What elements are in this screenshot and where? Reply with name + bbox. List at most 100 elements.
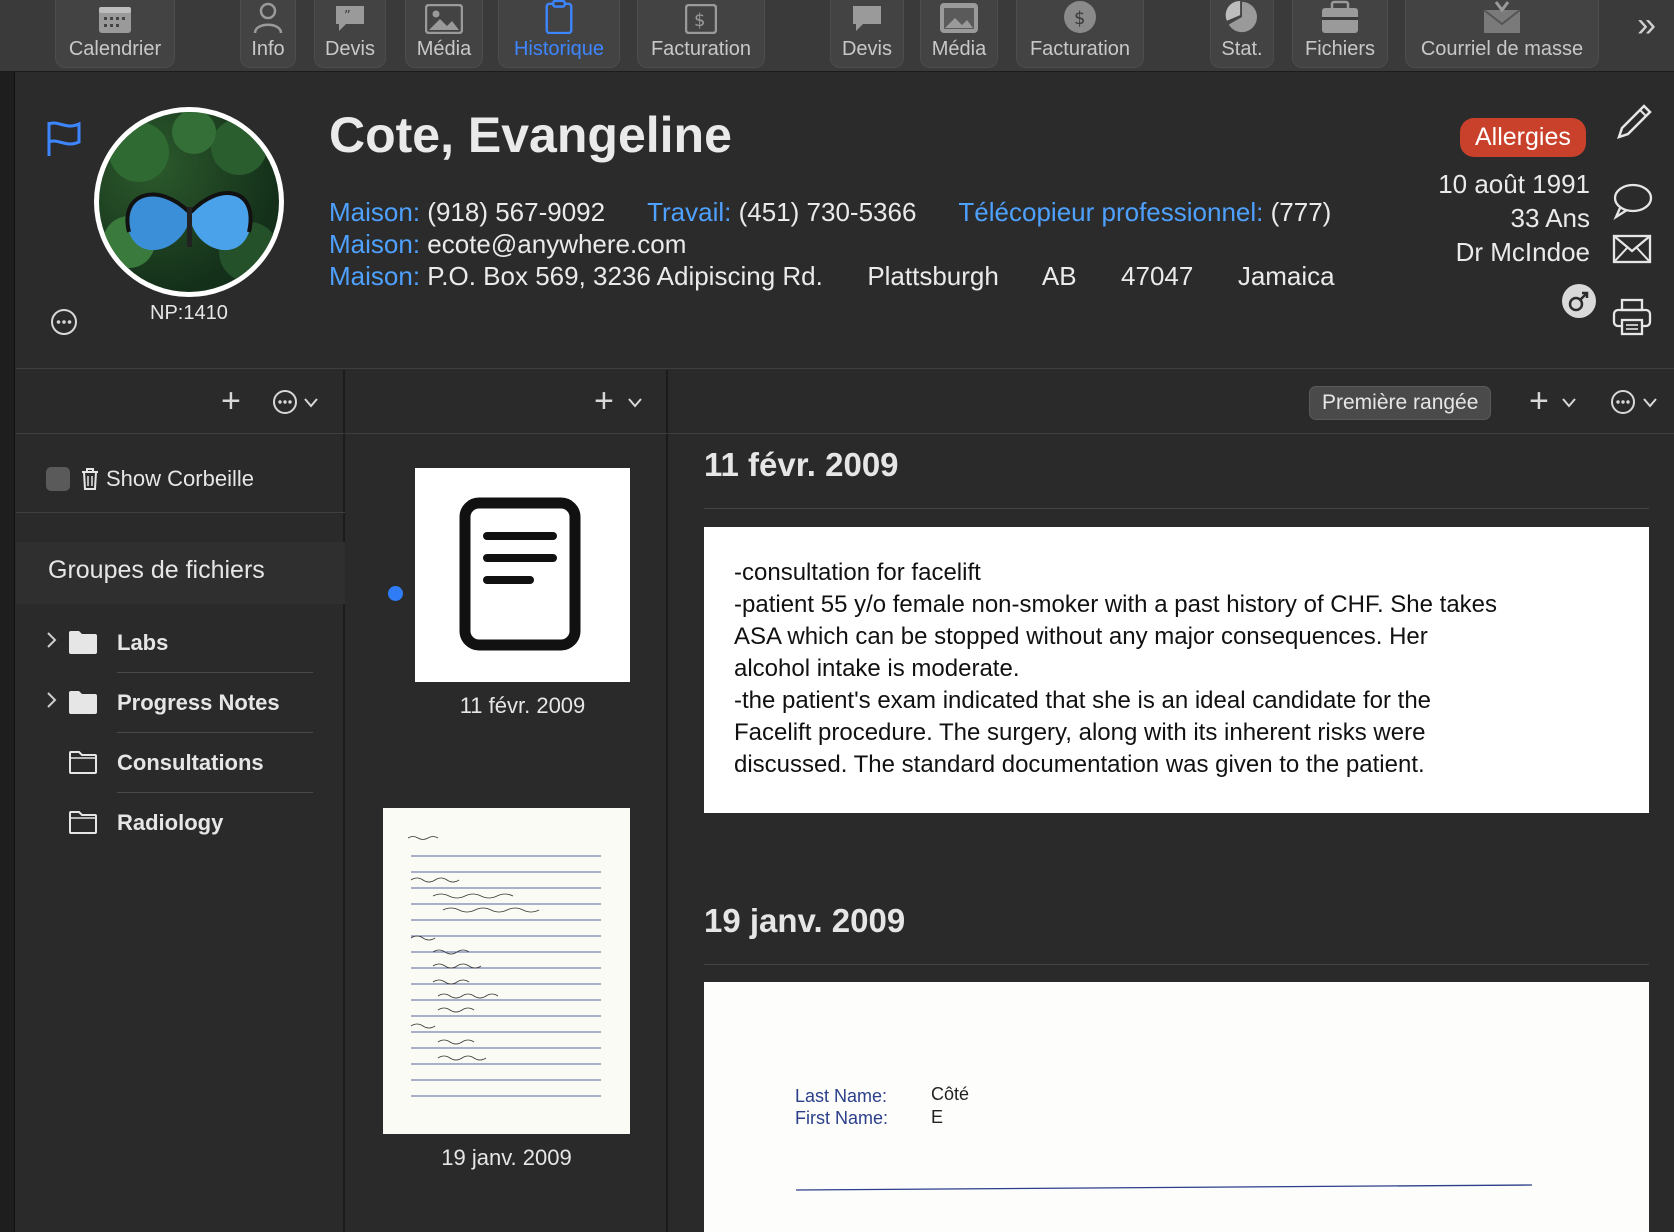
patient-doctor: Dr McIndoe [1455, 237, 1590, 267]
patient-name: Cote, Evangeline [329, 107, 732, 163]
folder-outline-icon [69, 811, 97, 834]
file-groups-title: Groupes de fichiers [48, 556, 265, 584]
divider [704, 508, 1649, 509]
pie-chart-icon [1225, 0, 1257, 33]
folder-row-consultations[interactable]: Consultations [16, 733, 345, 793]
toolbar-stat-button[interactable]: Stat. [1210, 0, 1274, 68]
file-groups-pane: + Show Corbeille Groupes de fichiers Lab… [16, 370, 345, 1232]
trash-icon [82, 468, 98, 490]
thumbnail-scanned-document[interactable] [383, 808, 630, 1134]
person-icon [253, 2, 283, 34]
consultation-note[interactable]: -consultation for facelift -patient 55 y… [704, 527, 1649, 813]
address-city: Plattsburgh [867, 261, 999, 291]
note-line: Facelift procedure. The surgery, along w… [734, 719, 1426, 746]
home-phone[interactable]: (918) 567-9092 [427, 197, 605, 227]
printer-icon[interactable] [1612, 298, 1652, 336]
chevron-right-icon[interactable] [46, 691, 58, 709]
dollar-circle-icon: $ [1064, 1, 1096, 33]
toolbar-label: Stat. [1221, 38, 1263, 60]
toolbar-devis-button[interactable]: ” Devis [314, 0, 386, 68]
dollar-doc-icon: $ [685, 4, 717, 34]
toolbar-media-button-2[interactable]: Média [920, 0, 998, 68]
toolbar-facturation-button-2[interactable]: $ Facturation [1016, 0, 1144, 68]
email-label: Maison: [329, 229, 421, 259]
fax-label: Télécopieur professionnel: [958, 197, 1264, 227]
chevron-down-icon[interactable] [304, 398, 318, 408]
scanned-document-preview[interactable]: Last Name: Côté First Name: E [704, 982, 1649, 1232]
history-pane: Première rangée + 11 févr. 2009 -consult… [669, 370, 1674, 1232]
history-entry-date: 19 janv. 2009 [704, 902, 906, 939]
svg-text:$: $ [1074, 8, 1085, 29]
toolbar-label: Courriel de masse [1420, 38, 1584, 60]
toolbar-label: Calendrier [68, 38, 162, 60]
email-line: Maison: ecote@anywhere.com [329, 229, 686, 260]
note-line: -the patient's exam indicated that she i… [734, 687, 1432, 714]
note-line: -patient 55 y/o female non-smoker with a… [734, 591, 1498, 618]
message-bubble-icon[interactable] [1612, 182, 1654, 220]
fax-number[interactable]: (777) [1271, 197, 1332, 227]
show-trash-toggle[interactable]: Show Corbeille [46, 466, 254, 492]
toolbar: Calendrier Info ” Devis Média Historique… [0, 0, 1674, 72]
flag-icon[interactable] [46, 120, 82, 158]
file-groups-pane-header: + [16, 370, 345, 434]
note-line: ASA which can be stopped without any maj… [734, 623, 1428, 650]
more-options-icon[interactable] [1610, 389, 1636, 415]
allergies-badge[interactable]: Allergies [1460, 118, 1586, 157]
work-phone-label: Travail: [647, 197, 732, 227]
toolbar-label: Devis [324, 38, 375, 60]
patient-age: 33 Ans [1510, 203, 1590, 233]
address-line: Maison: P.O. Box 569, 3236 Adipiscing Rd… [329, 261, 1335, 292]
unread-dot [388, 586, 403, 601]
more-options-icon[interactable] [50, 308, 78, 336]
male-gender-icon [1562, 284, 1596, 318]
document-icon [459, 497, 581, 651]
toolbar-calendrier-button[interactable]: Calendrier [55, 0, 175, 68]
show-trash-checkbox[interactable] [46, 467, 70, 491]
folder-row-labs[interactable]: Labs [16, 613, 345, 673]
address-label: Maison: [329, 261, 421, 291]
toolbar-fichiers-button[interactable]: Fichiers [1292, 0, 1388, 68]
folder-filled-icon [69, 631, 97, 654]
toolbar-label: Facturation [1029, 38, 1131, 60]
work-phone[interactable]: (451) 730-5366 [739, 197, 917, 227]
toolbar-historique-button[interactable]: Historique [498, 0, 620, 68]
avatar[interactable] [94, 107, 284, 297]
toolbar-facturation-button[interactable]: $ Facturation [637, 0, 765, 68]
edit-pencil-icon[interactable] [1614, 102, 1654, 142]
chevron-down-icon[interactable] [628, 398, 642, 408]
folder-row-radiology[interactable]: Radiology [16, 793, 345, 853]
thumbnail-note[interactable] [415, 468, 630, 682]
toolbar-label: Historique [513, 38, 605, 60]
handwritten-page-image [407, 836, 601, 1097]
quote-bubble-icon [853, 6, 881, 31]
mass-mail-icon [1483, 1, 1521, 33]
email-envelope-icon[interactable] [1612, 234, 1652, 264]
note-line: alcohol intake is moderate. [734, 655, 1020, 682]
butterfly-photo [103, 112, 279, 282]
chevron-right-icon[interactable] [46, 631, 58, 649]
folder-row-progress-notes[interactable]: Progress Notes [16, 673, 345, 733]
file-cabinet-icon [1322, 0, 1358, 33]
home-phone-label: Maison: [329, 197, 421, 227]
history-pane-header: Première rangée + [669, 370, 1674, 434]
photo-icon [425, 4, 463, 34]
chevron-down-icon[interactable] [1562, 398, 1576, 408]
toolbar-label: Info [251, 38, 285, 60]
email-address[interactable]: ecote@anywhere.com [427, 229, 686, 259]
more-options-icon[interactable] [272, 389, 298, 415]
add-plus-icon[interactable]: + [221, 382, 241, 421]
calendar-icon [99, 7, 131, 33]
thumbnail-date: 11 févr. 2009 [459, 693, 586, 718]
document-rule-line [795, 1184, 1533, 1191]
toolbar-devis-button-2[interactable]: Devis [830, 0, 904, 68]
add-plus-icon[interactable]: + [594, 382, 614, 421]
note-line: -consultation for facelift [734, 559, 981, 586]
toolbar-info-button[interactable]: Info [240, 0, 296, 68]
toolbar-overflow-chevron-icon[interactable]: » [1637, 6, 1656, 45]
toolbar-media-button[interactable]: Média [405, 0, 483, 68]
add-plus-icon[interactable]: + [1529, 382, 1549, 421]
chevron-down-icon[interactable] [1643, 398, 1657, 408]
first-row-button[interactable]: Première rangée [1309, 386, 1492, 420]
toolbar-courriel-de-masse-button[interactable]: Courriel de masse [1405, 0, 1599, 68]
thumbnails-pane-header: + [346, 370, 668, 434]
